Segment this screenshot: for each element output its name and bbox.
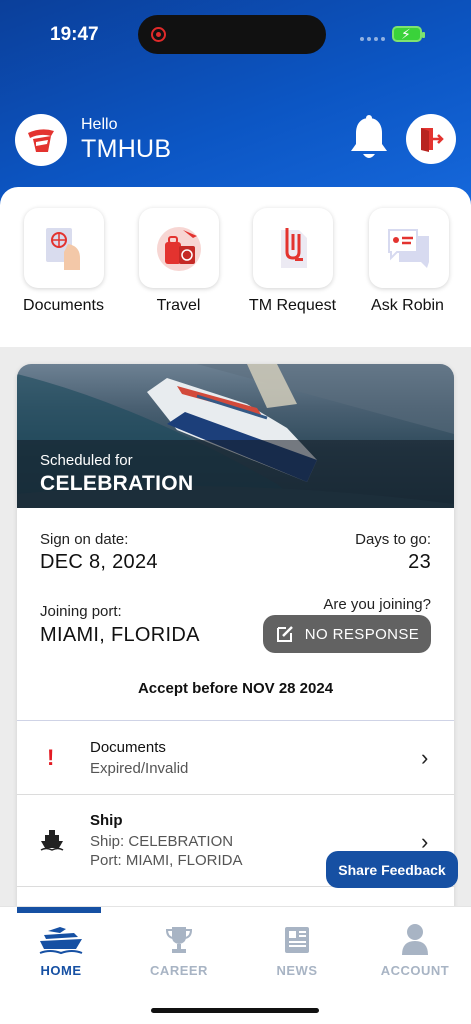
tab-career-label: CAREER [150,963,208,978]
tm-request-action-button[interactable] [253,208,333,288]
travel-action-button[interactable] [139,208,219,288]
chevron-right-icon: › [421,745,429,770]
username-text: TMHUB [81,135,172,163]
ship-row-ship: Ship: CELEBRATION [90,833,234,850]
tab-home[interactable]: HOME [2,921,120,981]
assignment-card: Scheduled for CELEBRATION Sign on date: … [17,364,454,924]
tab-news-label: NEWS [276,963,318,978]
tab-account-label: ACCOUNT [380,963,450,978]
alert-icon: ! [47,745,55,770]
joining-port-label: Joining port: [40,603,122,620]
sign-on-label: Sign on date: [40,531,129,548]
header: 19:47 ⚡ Hello TMHUB [0,0,471,215]
no-response-label: NO RESPONSE [304,625,420,643]
cruise-ship-icon [2,921,120,955]
bottom-tab-bar: HOME CAREER NEWS ACCOUNT [0,906,471,1024]
status-time: 19:47 [50,24,99,45]
ship-name-title: CELEBRATION [40,472,194,495]
ask-robin-action-label: Ask Robin [371,297,444,314]
ship-row-title: Ship [90,812,123,829]
accept-deadline-text: Accept before NOV 28 2024 [137,680,334,697]
sign-on-date: DEC 8, 2024 [40,551,158,573]
are-you-joining-label: Are you joining? [323,596,431,613]
funnel-logo-icon [15,114,67,166]
home-indicator [151,1008,319,1013]
scheduled-for-label: Scheduled for [40,452,133,469]
share-feedback-button[interactable]: Share Feedback [326,851,458,888]
signal-icon [360,37,385,41]
ship-banner-image: Scheduled for CELEBRATION [17,364,454,508]
notifications-bell-icon[interactable] [346,114,392,164]
chat-bubbles-icon [388,229,429,268]
documents-action-label: Documents [23,297,104,314]
no-response-button[interactable]: NO RESPONSE [263,615,431,653]
days-to-go-value: 23 [408,551,431,573]
tm-request-action-label: TM Request [248,297,337,314]
user-icon [356,921,471,955]
trophy-icon [120,921,238,955]
tab-news[interactable]: NEWS [238,921,356,981]
ask-robin-action-button[interactable] [369,208,449,288]
tab-career[interactable]: CAREER [120,921,238,981]
tab-account[interactable]: ACCOUNT [356,921,471,981]
recording-icon [151,27,166,42]
ship-icon [40,829,64,856]
tab-home-label: HOME [40,963,82,978]
greeting-text: Hello [81,116,118,133]
documents-row-title: Documents [90,739,166,756]
documents-row[interactable]: ! Documents Expired/Invalid › [17,721,454,794]
dynamic-island [138,15,326,54]
travel-action-label: Travel [156,297,201,314]
passport-icon [46,228,80,270]
edit-icon [276,626,293,642]
days-to-go-label: Days to go: [355,531,431,548]
newspaper-icon [238,921,356,955]
joining-port-value: MIAMI, FLORIDA [40,624,200,646]
app-screen: 19:47 ⚡ Hello TMHUB Documents Travel TM … [0,0,471,1024]
battery-icon: ⚡ [392,26,425,42]
documents-row-status: Expired/Invalid [90,760,189,777]
logout-icon [421,128,444,152]
active-tab-indicator [17,907,101,913]
travel-luggage-icon [157,227,201,271]
documents-action-button[interactable] [24,208,104,288]
logout-button[interactable] [406,114,456,164]
paperclip-document-icon [281,228,307,268]
ship-row-port: Port: MIAMI, FLORIDA [90,852,243,869]
